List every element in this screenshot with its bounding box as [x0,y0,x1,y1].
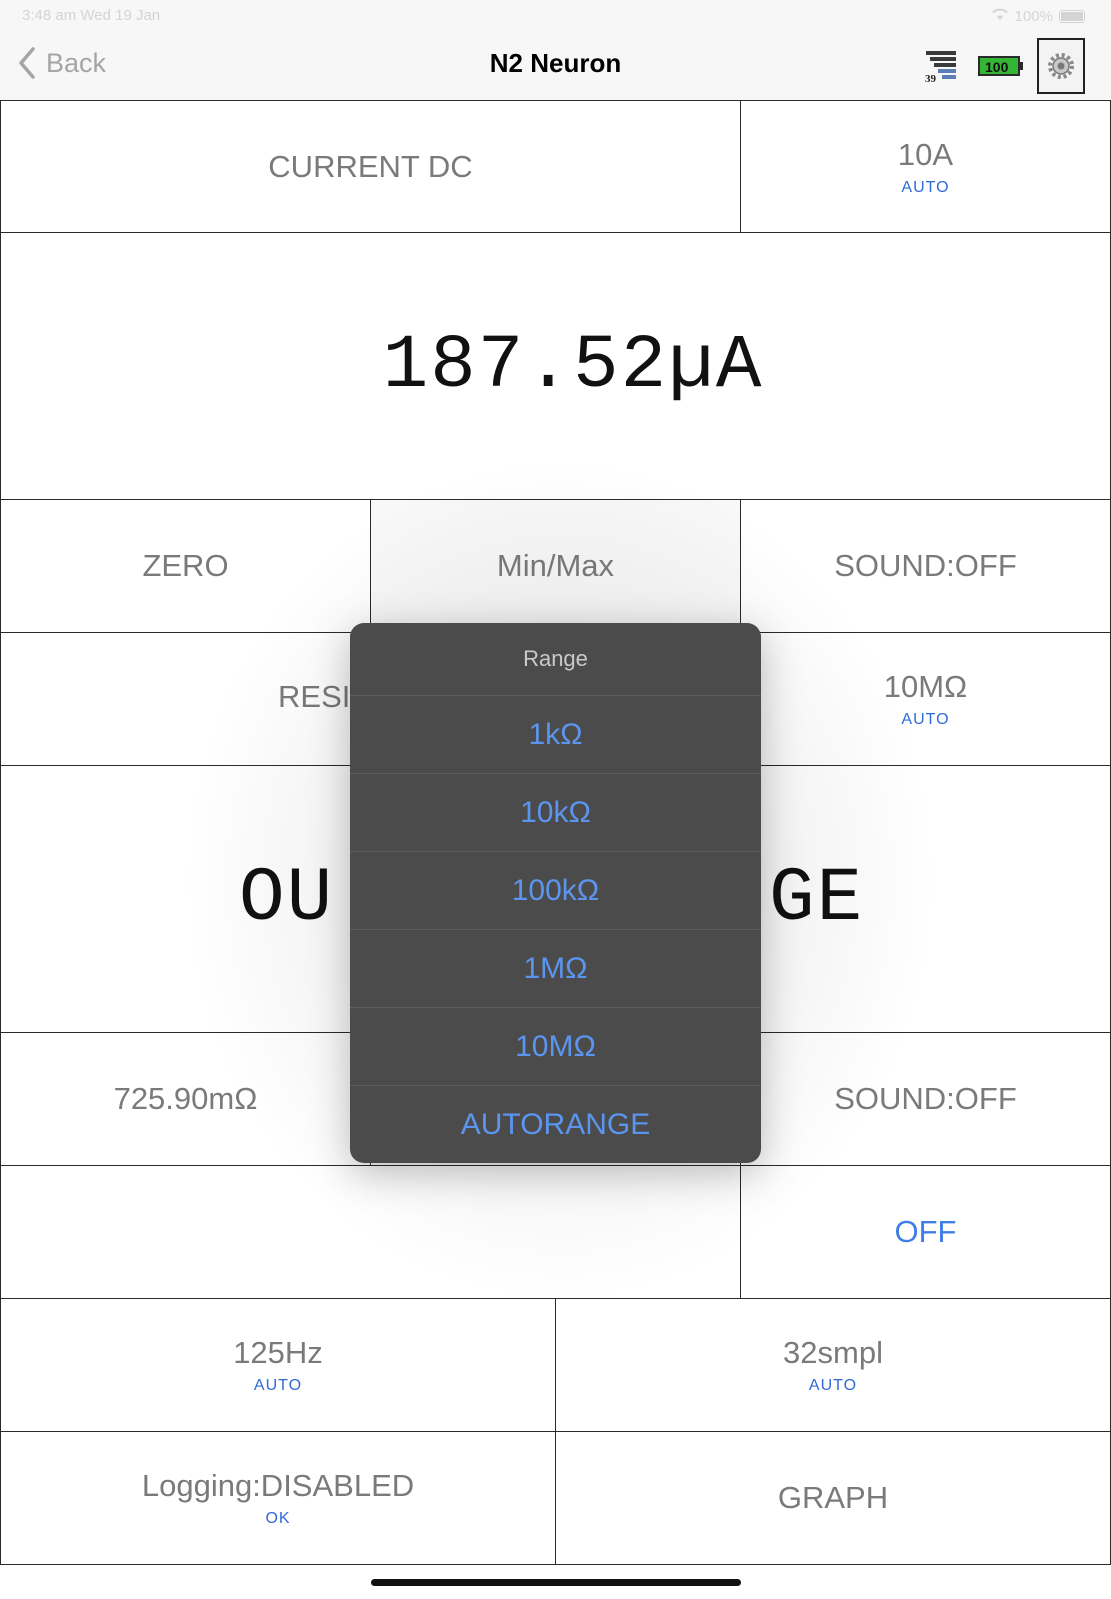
sample-rate-auto: AUTO [253,1377,303,1394]
status-time-date: 3:48 am Wed 19 Jan [22,7,161,24]
gear-icon [1048,53,1074,79]
range-option-autorange[interactable]: AUTORANGE [350,1086,761,1163]
range-option-10m[interactable]: 10MΩ [350,1008,761,1086]
graph-label: GRAPH [777,1480,889,1515]
battery-percent: 100% [1014,7,1053,25]
mode-label: CURRENT DC [268,148,473,184]
range-value: 10A [897,136,954,172]
graph-button[interactable]: GRAPH [555,1431,1111,1565]
toggle-row-left [0,1165,741,1299]
range2-auto-label: AUTO [901,711,950,728]
range2-cell[interactable]: 10MΩ AUTO [740,632,1111,766]
navigation-bar: Back N2 Neuron 39 100 [0,32,1111,101]
popup-title: Range [350,623,761,696]
logging-status: OK [265,1510,291,1527]
range-option-1k[interactable]: 1kΩ [350,696,761,774]
svg-text:100: 100 [985,59,1009,75]
logging-value: Logging:DISABLED [141,1468,415,1503]
samples-auto: AUTO [808,1377,858,1394]
settings-button[interactable] [1037,38,1085,94]
sound-label: SOUND:OFF [834,548,1017,583]
sample-rate-value: 125Hz [233,1335,323,1370]
sound2-button[interactable]: SOUND:OFF [740,1032,1111,1166]
range2-value: 10MΩ [883,669,968,704]
off-toggle[interactable]: OFF [740,1165,1111,1299]
off-label: OFF [894,1214,957,1249]
status-right: 100% [991,7,1085,25]
range-auto-label: AUTO [901,178,950,196]
resistance-value: 725.90mΩ [113,1081,258,1116]
sound2-label: SOUND:OFF [834,1081,1017,1116]
status-bar: 3:48 am Wed 19 Jan 100% [0,0,1111,32]
zero-label: ZERO [142,548,229,583]
range-popup: Range 1kΩ 10kΩ 100kΩ 1MΩ 10MΩ AUTORANGE [350,623,761,1163]
device-battery-icon: 100 [978,56,1023,76]
reading-value: 187.52µA [382,323,764,409]
resistance-value-cell[interactable]: 725.90mΩ [0,1032,371,1166]
logging-cell[interactable]: Logging:DISABLED OK [0,1431,556,1565]
range-option-100k[interactable]: 100kΩ [350,852,761,930]
range-cell[interactable]: 10A AUTO [740,100,1111,233]
range-option-1m[interactable]: 1MΩ [350,930,761,1008]
samples-value: 32smpl [783,1335,883,1370]
minmax-button[interactable]: Min/Max [370,499,741,633]
status-battery-icon [1059,9,1085,23]
zero-button[interactable]: ZERO [0,499,371,633]
home-indicator[interactable] [371,1579,741,1586]
range-option-10k[interactable]: 10kΩ [350,774,761,852]
reading-display: 187.52µA [0,232,1111,500]
reading2-left: OU [239,856,335,942]
samples-cell[interactable]: 32smpl AUTO [555,1298,1111,1432]
signal-strength-icon: 39 [925,51,956,84]
wifi-icon [991,7,1009,25]
minmax-label: Min/Max [496,548,615,583]
sound-button[interactable]: SOUND:OFF [740,499,1111,633]
svg-text:39: 39 [925,73,937,84]
mode-cell[interactable]: CURRENT DC [0,100,741,233]
reading2-right: GE [769,856,865,942]
sample-rate-cell[interactable]: 125Hz AUTO [0,1298,556,1432]
